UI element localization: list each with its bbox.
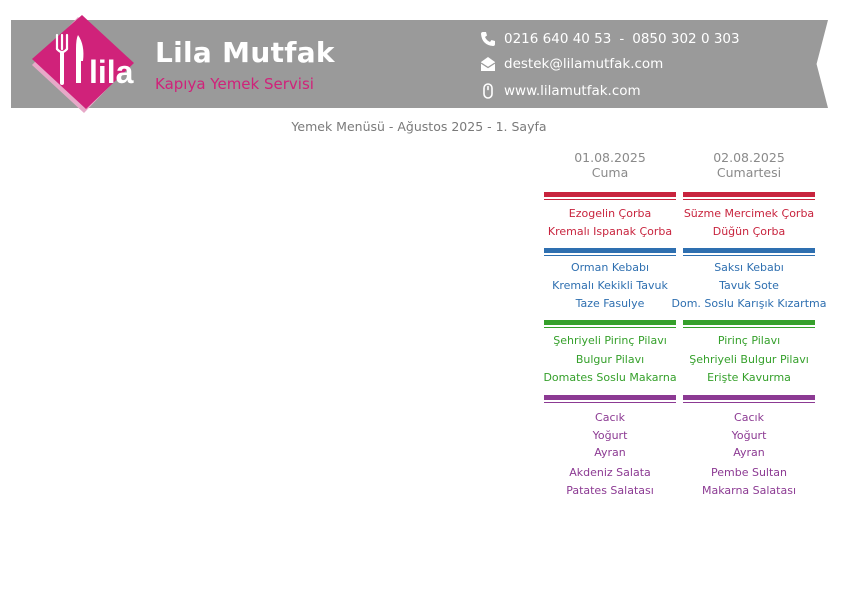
extra-item: Pembe Sultan <box>710 466 787 479</box>
extra-divider <box>683 395 815 403</box>
side-item: Şehriyeli Pirinç Pilavı <box>553 334 667 347</box>
day-weekday: Cumartesi <box>716 165 782 180</box>
email-link[interactable]: destek@lilamutfak.com <box>504 56 663 72</box>
side-item: Domates Soslu Makarna <box>543 371 677 384</box>
main-item: Taze Fasulye <box>575 297 645 310</box>
side-item: Bulgur Pilavı <box>575 353 645 366</box>
phone-icon <box>481 32 495 46</box>
main-divider <box>683 248 815 256</box>
brand-name: Lila Mutfak <box>155 36 335 69</box>
side-item: Şehriyeli Bulgur Pilavı <box>689 353 809 366</box>
extra-divider <box>544 395 676 403</box>
day-date: 01.08.2025 <box>574 150 646 165</box>
main-item: Dom. Soslu Karışık Kızartma <box>671 297 827 310</box>
main-divider <box>544 248 676 256</box>
day-date: 02.08.2025 <box>713 150 785 165</box>
extra-item: Akdeniz Salata <box>569 466 651 479</box>
contact-website: www.lilamutfak.com <box>480 82 641 100</box>
soup-item: Süzme Mercimek Çorba <box>683 207 815 220</box>
main-item: Kremalı Kekikli Tavuk <box>552 279 668 292</box>
soup-item: Ezogelin Çorba <box>568 207 652 220</box>
envelope-icon <box>480 57 496 71</box>
extra-item: Cacık <box>734 411 764 424</box>
soup-item: Kremalı Ispanak Çorba <box>547 225 673 238</box>
day-header-1: 01.08.2025 Cuma <box>539 150 681 180</box>
lila-logo: lila <box>32 15 134 113</box>
day-header-2: 02.08.2025 Cumartesi <box>678 150 820 180</box>
extra-item: Patates Salatası <box>566 484 654 497</box>
extra-item: Yoğurt <box>592 429 628 442</box>
soup-item: Düğün Çorba <box>712 225 786 238</box>
phone-number-2[interactable]: 0850 302 0 303 <box>632 31 739 47</box>
page-subtitle: Yemek Menüsü - Ağustos 2025 - 1. Sayfa <box>291 119 547 134</box>
main-item: Saksı Kebabı <box>714 261 784 274</box>
logo-text: lila <box>89 54 134 90</box>
soup-divider <box>544 192 676 200</box>
contact-phone: 0216 640 40 53 - 0850 302 0 303 <box>480 30 740 48</box>
extra-item: Makarna Salatası <box>701 484 797 497</box>
side-divider <box>544 320 676 328</box>
mouse-icon <box>483 83 493 99</box>
side-item: Erişte Kavurma <box>707 371 791 384</box>
extra-item: Cacık <box>595 411 625 424</box>
phone-number-1[interactable]: 0216 640 40 53 <box>504 31 611 47</box>
website-link[interactable]: www.lilamutfak.com <box>504 83 641 99</box>
phone-separator: - <box>619 31 625 47</box>
brand-tagline: Kapıya Yemek Servisi <box>155 75 314 93</box>
soup-divider <box>683 192 815 200</box>
day-weekday: Cuma <box>591 165 629 180</box>
contact-email: destek@lilamutfak.com <box>480 55 663 73</box>
side-divider <box>683 320 815 328</box>
main-item: Orman Kebabı <box>570 261 650 274</box>
extra-item: Ayran <box>733 446 765 459</box>
extra-item: Ayran <box>594 446 626 459</box>
main-item: Tavuk Sote <box>719 279 779 292</box>
side-item: Pirinç Pilavı <box>717 334 781 347</box>
extra-item: Yoğurt <box>731 429 767 442</box>
